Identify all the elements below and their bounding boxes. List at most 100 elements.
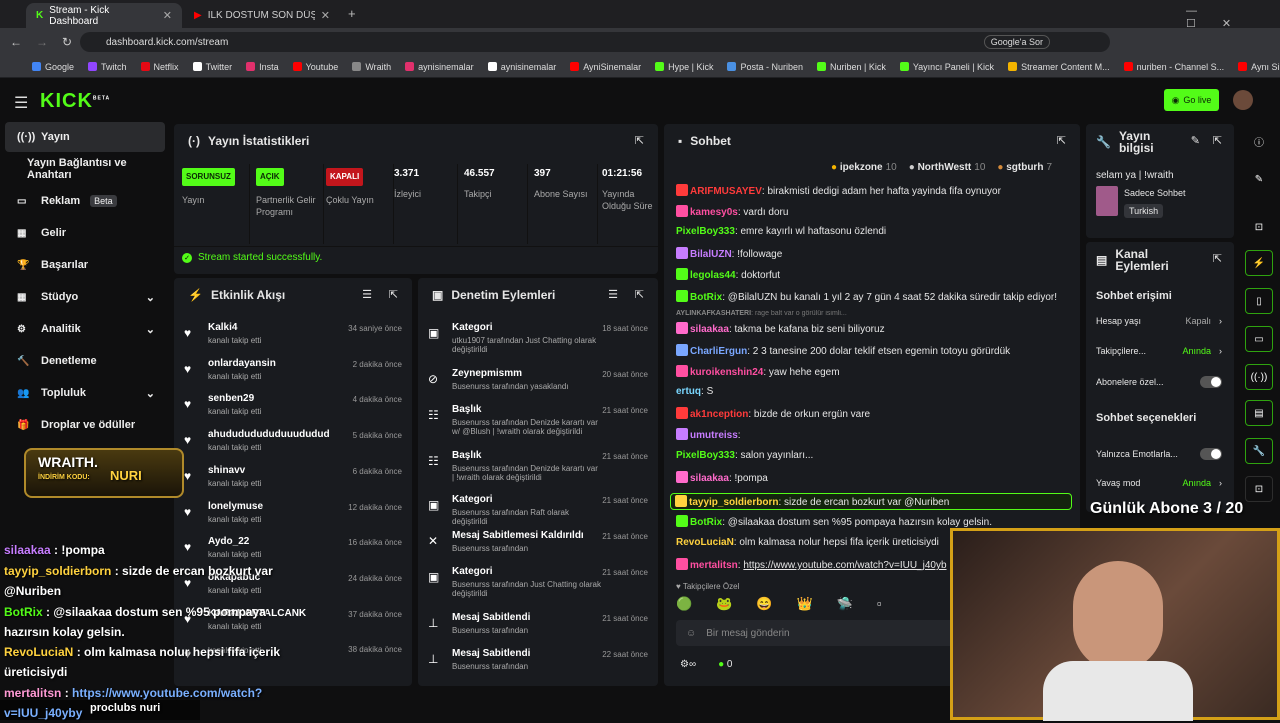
chat-username[interactable]: mertalitsn [690,560,738,571]
url-input[interactable]: dashboard.kick.com/stream Google'a Sor [80,32,1110,52]
activity-row[interactable]: ♥ ahudududududuuududud kanalı takip etti 5 … [174,429,412,465]
toolbar-button[interactable]: ▭ [1245,326,1273,352]
popout-icon[interactable]: ⇱ [389,288,398,301]
bookmark-item[interactable]: Twitter [192,62,232,72]
chat-message[interactable]: kamesy0s: vardı doru [676,205,1071,218]
sidebar-item[interactable]: Yayın Bağlantısı ve Anahtarı [5,154,165,184]
sidebar-item[interactable]: ((·)) Yayın [5,122,165,152]
toolbar-button[interactable]: ⊡ [1245,476,1273,502]
bookmark-item[interactable]: Insta [246,62,279,72]
toggle-switch[interactable] [1200,448,1222,460]
chat-username[interactable]: silaakaa [690,473,729,484]
moderation-row[interactable]: ⊥ Mesaj Sabitlendi Busenurss tarafından 22 … [418,648,658,688]
settings-icon[interactable]: ⚙∞ [680,659,696,670]
chat-message[interactable]: ak1nception: bizde de orkun ergün vare [676,407,1071,420]
chat-message[interactable]: silaakaa: takma be kafana biz seni biliy… [676,322,1071,335]
sidebar-item[interactable]: 🎁 Droplar ve ödüller [5,410,165,440]
bookmark-item[interactable]: Twitch [88,62,127,72]
filter-icon[interactable]: ☰ [362,288,372,301]
chat-username[interactable]: legolas44 [690,270,736,281]
avatar[interactable] [1233,90,1253,110]
back-icon[interactable]: ← [10,35,22,49]
moderation-row[interactable]: ✕ Mesaj Sabitlemesi Kaldırıldı Busenurss t… [418,530,658,570]
bookmark-item[interactable]: Youtube [292,62,338,72]
top-gifter[interactable]: ● ipekzone 10 [831,162,897,173]
window-controls[interactable]: —☐✕ [1186,5,1280,30]
sidebar-item[interactable]: ▦ Gelir [5,218,165,248]
chat-message[interactable]: silaakaa: !pompa [676,471,1071,484]
chat-username[interactable]: BotRix [690,292,722,303]
sidebar-item[interactable]: ▭ Reklam Beta [5,186,165,216]
google-ask-button[interactable]: Google'a Sor [983,35,1050,49]
chat-message[interactable]: kuroikenshin24: yaw hehe egem [676,365,1071,378]
chat-message[interactable]: legolas44: doktorfut [676,268,1071,281]
toolbar-button[interactable]: ((·)) [1245,364,1273,390]
chat-username[interactable]: silaakaa [690,324,729,335]
bookmark-item[interactable]: Posta - Nuriben [727,62,803,72]
chat-username[interactable]: umutreiss [690,430,738,441]
sidebar-item[interactable]: 🏆 Başarılar [5,250,165,280]
emote-row[interactable]: 🟢 🐸 😄 👑 🛸 ▫ [676,596,956,614]
chat-message[interactable]: tayyip_soldierborn: sizde de ercan bozku… [670,493,1072,510]
channel-action-row[interactable]: Abonelere özel... [1096,376,1222,388]
chat-message[interactable]: umutreiss: [676,428,1071,441]
activity-row[interactable]: ♥ senben29 kanalı takip etti 4 dakika önce [174,393,412,429]
bookmark-item[interactable]: Streamer Content M... [1008,62,1110,72]
popout-icon[interactable]: ⇱ [1213,134,1222,147]
channel-action-row[interactable]: Hesap yaşı Kapalı › [1096,316,1222,326]
chat-username[interactable]: ak1nception [690,409,748,420]
chat-message[interactable]: BilalUZN: !followage [676,247,1071,260]
filter-icon[interactable]: ☰ [608,288,618,301]
bookmark-item[interactable]: Yayıncı Paneli | Kick [899,62,994,72]
popout-icon[interactable]: ⇱ [1057,134,1066,147]
channel-action-row[interactable]: Takipçilere... Anında › [1096,346,1222,356]
tab-kick-dashboard[interactable]: K Stream - Kick Dashboard ✕ [26,3,182,28]
toolbar-button[interactable]: ▤ [1245,400,1273,426]
bookmark-item[interactable]: Wraith [352,62,391,72]
chat-username[interactable]: tayyip_soldierborn [689,497,778,508]
moderation-row[interactable]: ▣ Kategori Busenurss tarafından Just Chatt… [418,566,658,606]
chat-message[interactable]: ARIFMUSAYEV: birakmisti dedigi adam her … [676,184,1071,197]
chat-username[interactable]: BotRix [690,517,722,528]
activity-row[interactable]: ♥ shinavv kanalı takip etti 6 dakika önce [174,465,412,501]
activity-row[interactable]: ♥ onlardayansin kanalı takip etti 2 dakika … [174,358,412,394]
chat-message[interactable]: BotRix: @BilalUZN bu kanalı 1 yıl 2 ay 7… [676,290,1071,303]
bookmark-item[interactable]: Hype | Kick [655,62,713,72]
top-gifter[interactable]: ● sgtburh 7 [997,162,1052,173]
sidebar-item[interactable]: ▦ Stüdyo ⌄ [5,282,165,312]
chat-username[interactable]: PixelBoy333 [676,450,735,461]
bookmark-item[interactable]: aynisinemalar [487,62,556,72]
moderation-row[interactable]: ☷ Başlık Busenurss tarafından Denizde kara… [418,450,658,490]
bookmark-item[interactable]: Nuriben | Kick [816,62,886,72]
emoji-icon[interactable]: ☺ [686,628,696,639]
toolbar-button[interactable]: 🔧 [1245,438,1273,464]
chat-input[interactable]: ☺ Bir mesaj gönderin [676,620,956,646]
moderation-row[interactable]: ▣ Kategori utku1907 tarafından Just Chatti… [418,322,658,362]
chat-message[interactable]: ertuq: S [676,386,1071,397]
edit-icon[interactable]: ✎ [1191,134,1200,147]
popout-icon[interactable]: ⇱ [635,288,644,301]
chat-username[interactable]: PixelBoy333 [676,226,735,237]
chat-username[interactable]: ARIFMUSAYEV [690,186,762,197]
toggle-switch[interactable] [1200,376,1222,388]
chat-username[interactable]: AYLINKAFKASHATERI [676,310,751,317]
toolbar-button[interactable]: ✎ [1245,166,1273,192]
sidebar-item[interactable]: 🔨 Denetleme [5,346,165,376]
chat-username[interactable]: ertuq [676,386,701,397]
moderation-row[interactable]: ⊘ Zeynepmismm Busenurss tarafından yasakla… [418,368,658,408]
chat-username[interactable]: RevoLuciaN [676,537,734,548]
chat-username[interactable]: CharliErgun [690,346,747,357]
new-tab-icon[interactable]: + [348,6,356,21]
reload-icon[interactable]: ↻ [62,35,72,49]
toolbar-button[interactable]: ⓘ [1245,128,1273,154]
toolbar-button[interactable]: ▯ [1245,288,1273,314]
bookmark-item[interactable]: Netflix [140,62,179,72]
bookmark-item[interactable]: AyniSinemalar [570,62,641,72]
go-live-button[interactable]: ◉ Go live [1164,89,1219,111]
chat-message[interactable]: BotRix: @silaakaa dostum sen %95 pompaya… [676,515,1071,528]
toolbar-button[interactable]: ⚡ [1245,250,1273,276]
top-gifter[interactable]: ● NorthWestt 10 [909,162,986,173]
forward-icon[interactable]: → [36,35,48,49]
close-tab-icon[interactable]: ✕ [321,9,330,22]
close-tab-icon[interactable]: ✕ [163,9,172,22]
